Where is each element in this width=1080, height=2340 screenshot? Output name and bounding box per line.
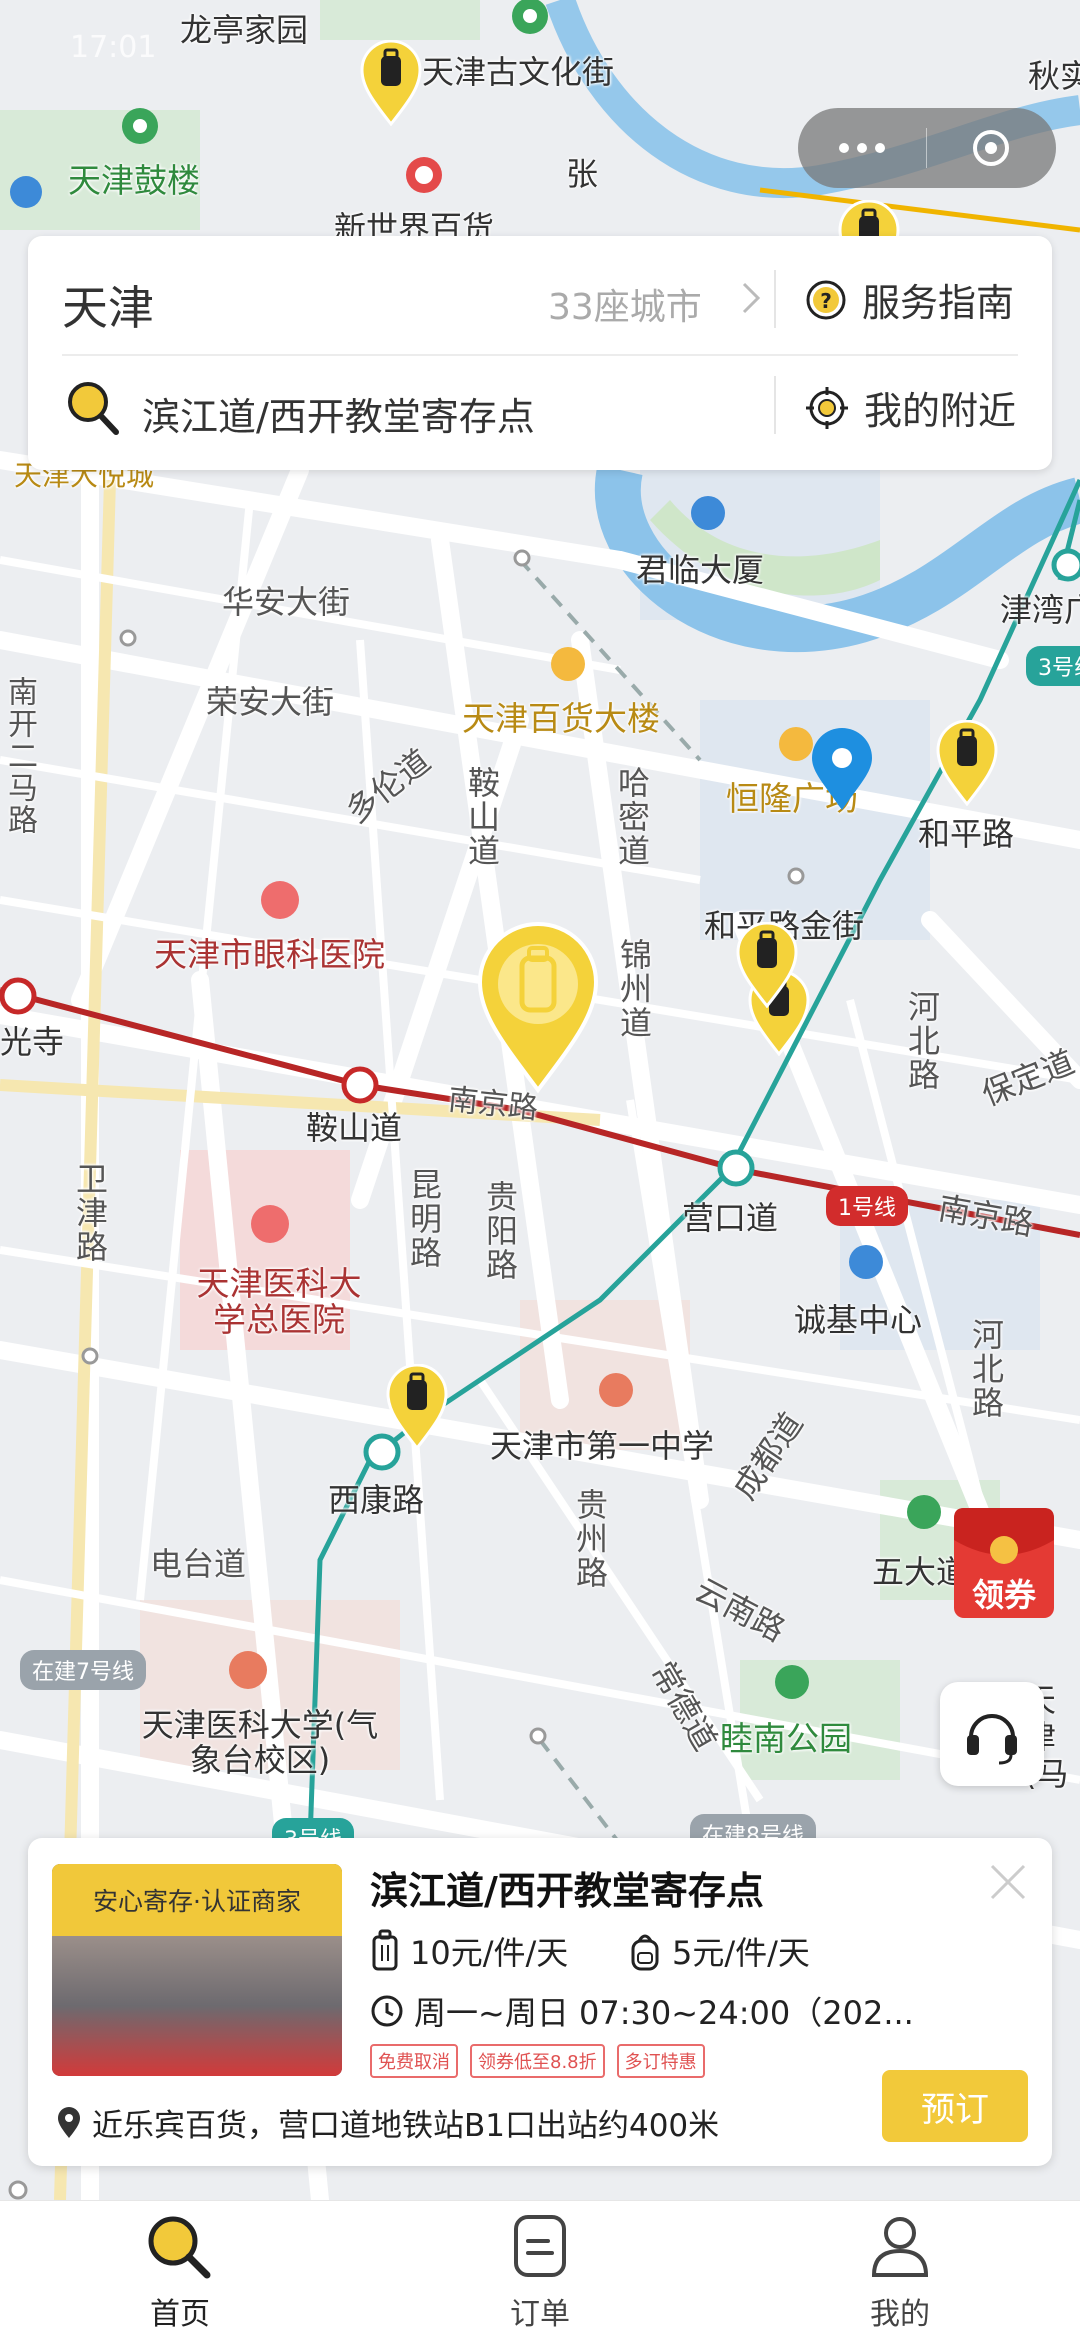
map-label-jinwan: 津湾广 [1000, 591, 1080, 629]
map-label-heping-road: 和平路 [918, 815, 1015, 853]
tag-coupon-discount: 领券低至8.8折 [470, 2044, 605, 2078]
tab-home[interactable]: 首页 [0, 2201, 360, 2340]
customer-service-button[interactable] [940, 1682, 1044, 1786]
map-label-jinzhou: 锦州道 [615, 938, 653, 1040]
map-label-junlin: 君临大厦 [636, 551, 765, 589]
tab-home-label: 首页 [150, 2297, 210, 2332]
map-label-weijin: 卫津路 [71, 1162, 109, 1264]
map-label-yingkou: 营口道 [682, 1199, 779, 1237]
nearby-button[interactable]: 我的附近 [804, 380, 1016, 435]
map-label-baihuo: 天津百货大楼 [462, 699, 660, 738]
luggage-pin[interactable] [386, 1363, 448, 1454]
clock-icon [371, 1995, 403, 2027]
luggage-pin[interactable] [360, 39, 422, 130]
search-input[interactable]: 滨江道/西开教堂寄存点 [142, 386, 535, 441]
service-guide-label: 服务指南 [862, 281, 1015, 325]
map-label-munan: 睦南公园 [720, 1719, 852, 1758]
locate-icon [806, 386, 848, 429]
price-luggage: 10元/件/天 [370, 1928, 568, 1974]
location-marker-icon [810, 728, 874, 816]
promo-tags: 免费取消 领券低至8.8折 多订特惠 [370, 2044, 705, 2078]
headset-icon [967, 1714, 1017, 1765]
map-label-huaan: 华安大街 [222, 583, 351, 621]
tab-orders-label: 订单 [510, 2297, 570, 2332]
svg-text:?: ? [820, 289, 832, 313]
search-card: 天津 33座城市 ? 服务指南 滨江道/西开教堂寄存点 我的附近 [28, 236, 1052, 470]
map-label-hebei-road: 河北路 [903, 990, 941, 1092]
map-label-anshan-station: 鞍山道 [306, 1109, 403, 1147]
status-time: 17:01 [70, 30, 157, 65]
coupon-button[interactable]: 领券 [948, 1500, 1060, 1622]
metro-badge-line1: 1号线 [826, 1186, 908, 1226]
store-photo: 安心寄存·认证商家 [52, 1864, 342, 2076]
tag-multi-order: 多订特惠 [616, 2044, 705, 2078]
price-bag-text: 5元/件/天 [672, 1934, 810, 1972]
map-label-guangsi: 光寺 [0, 1023, 65, 1061]
opening-hours-text: 周一~周日 07:30~24:00（202... [414, 1994, 914, 2032]
map-label-diantai: 电台道 [150, 1545, 247, 1583]
city-selector[interactable]: 天津 [62, 272, 154, 338]
map-label-hami: 哈密道 [613, 766, 651, 868]
storage-detail-card[interactable]: 安心寄存·认证商家 滨江道/西开教堂寄存点 10元/件/天 5元/件/天 周一~… [28, 1838, 1052, 2166]
metro-badge-line3: 3号线 [1026, 646, 1080, 686]
nearby-label: 我的附近 [864, 389, 1017, 433]
map-label-chengji: 诚基中心 [794, 1301, 923, 1339]
search-icon [68, 382, 119, 435]
map-label-xikang: 西康路 [328, 1481, 425, 1519]
map-label-kunming: 昆明路 [405, 1168, 443, 1270]
metro-badge-line7: 在建7号线 [20, 1650, 146, 1690]
map-label-guiyang: 贵阳路 [481, 1180, 519, 1282]
map-label-qiu: 秋实 [1028, 57, 1080, 95]
map-label-yike-qixiang: 天津医科大学(气象台校区) [141, 1706, 379, 1780]
map-label-diyi-zhongxue: 天津市第一中学 [490, 1427, 715, 1465]
suitcase-icon [372, 1929, 398, 1971]
selected-luggage-pin[interactable] [476, 922, 600, 1098]
certified-banner: 安心寄存·认证商家 [52, 1864, 342, 1936]
price-bag: 5元/件/天 [628, 1928, 810, 1974]
store-address-text: 近乐宾百货，营口道地铁站B1口出站约400米 [92, 2108, 720, 2144]
opening-hours: 周一~周日 07:30~24:00（202... [370, 1988, 914, 2034]
chevron-right-icon [742, 282, 761, 314]
store-title: 滨江道/西开教堂寄存点 [370, 1869, 764, 1913]
more-icon[interactable] [798, 108, 926, 188]
city-row: 天津 33座城市 ? 服务指南 [28, 244, 1052, 354]
map-label-rongan: 荣安大街 [206, 683, 335, 721]
luggage-pin[interactable] [936, 719, 998, 810]
location-pin-icon [58, 2106, 80, 2138]
tag-free-cancel: 免费取消 [370, 2044, 458, 2078]
search-row: 滨江道/西开教堂寄存点 我的附近 [28, 354, 1052, 464]
order-icon [514, 2215, 566, 2277]
price-luggage-text: 10元/件/天 [410, 1934, 569, 1972]
backpack-icon [631, 1934, 659, 1971]
book-button[interactable]: 预订 [882, 2070, 1028, 2142]
city-count-link[interactable]: 33座城市 [548, 278, 702, 330]
bottom-tab-bar: 首页 订单 我的 [0, 2200, 1080, 2340]
map-label-yike-zongyi: 天津医科大学总医院 [196, 1264, 362, 1340]
store-address: 近乐宾百货，营口道地铁站B1口出站约400米 [56, 2100, 719, 2145]
help-icon: ? [806, 280, 846, 319]
luggage-pin[interactable] [736, 921, 798, 1012]
user-icon [871, 2217, 929, 2277]
map-label-hebei-road2: 河北路 [967, 1318, 1005, 1420]
coupon-label: 领券 [971, 1576, 1036, 1614]
map-label-gulou: 天津鼓楼 [68, 161, 200, 200]
target-close-icon[interactable] [927, 108, 1055, 188]
map-label-nankai: 南开二马路 [2, 676, 37, 836]
map-label-guizhou: 贵州路 [571, 1488, 609, 1590]
miniapp-capsule [798, 108, 1056, 188]
tab-orders[interactable]: 订单 [360, 2201, 720, 2340]
tab-profile[interactable]: 我的 [720, 2201, 1080, 2340]
map-label-longting: 龙亭家园 [180, 11, 309, 49]
map-label-zhang: 张 [566, 155, 599, 193]
map-label-yanke: 天津市眼科医院 [154, 935, 385, 974]
search-icon [148, 2216, 211, 2279]
map-label-guwenhua: 天津古文化街 [422, 53, 615, 91]
map-label-anshan-road: 鞍山道 [463, 766, 501, 868]
close-icon[interactable] [986, 1860, 1030, 1904]
tab-profile-label: 我的 [870, 2297, 930, 2332]
service-guide-button[interactable]: ? 服务指南 [804, 272, 1014, 327]
